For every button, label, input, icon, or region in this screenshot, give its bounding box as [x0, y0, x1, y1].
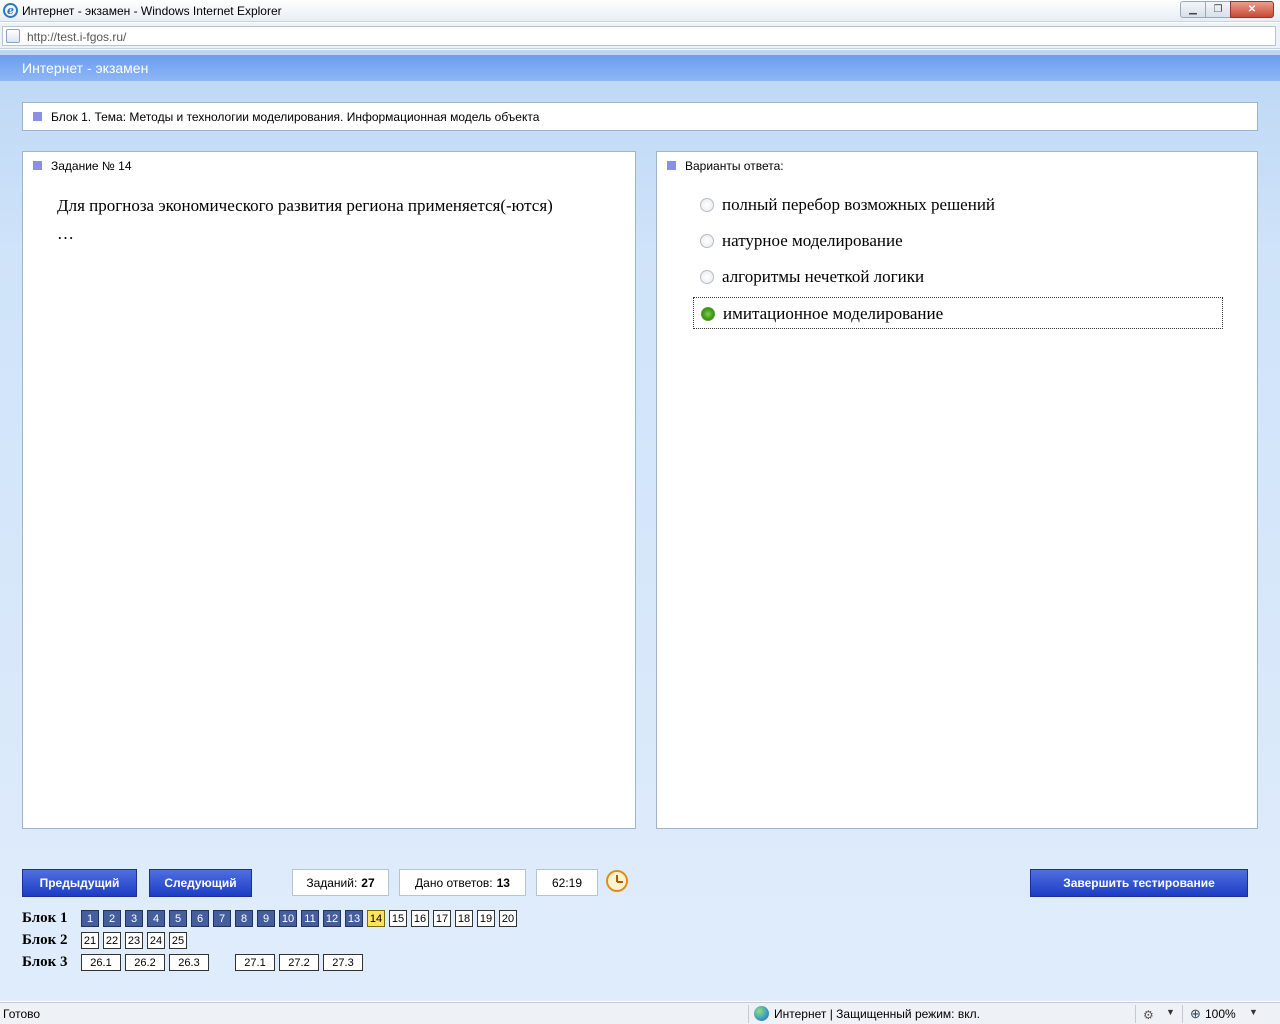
- answer-option-3[interactable]: алгоритмы нечеткой логики: [693, 261, 1223, 293]
- radio-button[interactable]: [700, 270, 714, 284]
- finish-test-button[interactable]: Завершить тестирование: [1030, 869, 1248, 897]
- question-nav-23[interactable]: 23: [125, 932, 143, 949]
- window-titlebar: e Интернет - экзамен - Windows Internet …: [0, 0, 1280, 22]
- answer-option-text: имитационное моделирование: [723, 304, 944, 323]
- question-nav-21[interactable]: 21: [81, 932, 99, 949]
- question-nav-11[interactable]: 11: [301, 910, 319, 927]
- radio-button[interactable]: [700, 198, 714, 212]
- question-nav-18[interactable]: 18: [455, 910, 473, 927]
- question-nav-13[interactable]: 13: [345, 910, 363, 927]
- question-nav-24[interactable]: 24: [147, 932, 165, 949]
- question-nav-4[interactable]: 4: [147, 910, 165, 927]
- question-text: Для прогноза экономического развития рег…: [57, 196, 553, 243]
- question-nav-26-1[interactable]: 26.1: [81, 954, 121, 971]
- question-nav-25[interactable]: 25: [169, 932, 187, 949]
- security-settings-icon[interactable]: ⚙: [1143, 1008, 1154, 1022]
- globe-icon: [754, 1006, 769, 1021]
- minimize-icon[interactable]: ▁: [1180, 1, 1206, 18]
- block-1-nav: Блок 1 1 2 3 4 5 6 7 8 9 10 11 12 13 14 15 16 17 18 19 20: [22, 910, 582, 928]
- window-controls: ▁ ❐ ✕: [1180, 1, 1274, 18]
- question-nav-10[interactable]: 10: [279, 910, 297, 927]
- next-button[interactable]: Следующий: [149, 869, 252, 897]
- question-nav-27-2[interactable]: 27.2: [279, 954, 319, 971]
- page: Интернет - экзамен Блок 1. Тема: Методы …: [0, 50, 1280, 1001]
- zoom-level[interactable]: 100%: [1205, 1007, 1236, 1021]
- question-title: Задание № 14: [51, 159, 132, 173]
- answer-option-2[interactable]: натурное моделирование: [693, 225, 1223, 257]
- question-nav-7[interactable]: 7: [213, 910, 231, 927]
- answer-option-text: полный перебор возможных решений: [722, 195, 996, 214]
- question-panel: Задание № 14 Для прогноза экономического…: [22, 151, 636, 829]
- question-nav-27-1[interactable]: 27.1: [235, 954, 275, 971]
- page-header-title: Интернет - экзамен: [22, 60, 149, 76]
- address-bar: http://test.i-fgos.ru/: [0, 23, 1280, 49]
- block-3-nav: Блок 3 26.1 26.2 26.3 27.1 27.2 27.3: [22, 954, 582, 972]
- ie-logo-icon: e: [3, 3, 18, 18]
- chevron-down-icon[interactable]: ▼: [1249, 1007, 1258, 1017]
- maximize-icon[interactable]: ❐: [1205, 1, 1231, 18]
- question-nav-5[interactable]: 5: [169, 910, 187, 927]
- question-nav-12[interactable]: 12: [323, 910, 341, 927]
- answers-label: Дано ответов:: [415, 875, 493, 890]
- question-nav-17[interactable]: 17: [433, 910, 451, 927]
- close-icon[interactable]: ✕: [1230, 1, 1274, 18]
- answers-panel: Варианты ответа: полный перебор возможны…: [656, 151, 1258, 829]
- url-text: http://test.i-fgos.ru/: [27, 30, 127, 44]
- radio-button[interactable]: [700, 234, 714, 248]
- question-nav-8[interactable]: 8: [235, 910, 253, 927]
- answers-count-box: Дано ответов: 13: [399, 869, 526, 896]
- question-nav-19[interactable]: 19: [477, 910, 495, 927]
- answer-option-text: алгоритмы нечеткой логики: [722, 267, 925, 286]
- page-icon: [6, 29, 20, 43]
- timer: 62:19: [536, 869, 598, 896]
- zoom-icon[interactable]: ⊕: [1190, 1006, 1201, 1022]
- chevron-down-icon[interactable]: ▼: [1166, 1007, 1175, 1017]
- answers-count: 13: [496, 875, 510, 890]
- security-zone: Интернет | Защищенный режим: вкл.: [774, 1007, 980, 1021]
- separator: [1135, 1005, 1136, 1023]
- question-nav-14[interactable]: 14: [367, 910, 385, 927]
- status-bar: Готово Интернет | Защищенный режим: вкл.…: [0, 1002, 1280, 1024]
- block-label: Блок 2: [22, 932, 68, 948]
- answer-option-1[interactable]: полный перебор возможных решений: [693, 189, 1223, 221]
- tasks-label: Заданий:: [306, 875, 358, 890]
- alarm-clock-icon: [606, 870, 628, 892]
- bullet-icon: [33, 161, 42, 170]
- page-header: Интернет - экзамен: [0, 55, 1280, 81]
- tasks-count-box: Заданий: 27: [292, 869, 389, 896]
- tasks-count: 27: [361, 875, 375, 890]
- block-label: Блок 3: [22, 954, 68, 970]
- question-nav-6[interactable]: 6: [191, 910, 209, 927]
- separator: [1182, 1005, 1183, 1023]
- window-title: Интернет - экзамен - Windows Internet Ex…: [22, 4, 282, 18]
- question-nav-16[interactable]: 16: [411, 910, 429, 927]
- question-nav-2[interactable]: 2: [103, 910, 121, 927]
- block-title: Блок 1. Тема: Методы и технологии модели…: [22, 102, 1258, 131]
- answer-option-text: натурное моделирование: [722, 231, 903, 250]
- answer-option-4[interactable]: имитационное моделирование: [693, 297, 1223, 329]
- prev-button[interactable]: Предыдущий: [22, 869, 137, 897]
- question-nav-1[interactable]: 1: [81, 910, 99, 927]
- block-2-nav: Блок 2 21 22 23 24 25: [22, 932, 582, 950]
- question-nav-22[interactable]: 22: [103, 932, 121, 949]
- answers-title: Варианты ответа:: [685, 159, 784, 173]
- question-nav-15[interactable]: 15: [389, 910, 407, 927]
- block-title-text: Блок 1. Тема: Методы и технологии модели…: [51, 110, 540, 124]
- url-field[interactable]: http://test.i-fgos.ru/: [2, 26, 1276, 46]
- status-text: Готово: [3, 1007, 41, 1021]
- question-nav-20[interactable]: 20: [499, 910, 517, 927]
- separator: [748, 1005, 749, 1023]
- block-label: Блок 1: [22, 910, 68, 926]
- question-nav-9[interactable]: 9: [257, 910, 275, 927]
- question-nav-26-2[interactable]: 26.2: [125, 954, 165, 971]
- question-nav-3[interactable]: 3: [125, 910, 143, 927]
- radio-button-checked[interactable]: [701, 307, 715, 321]
- bullet-icon: [667, 161, 676, 170]
- question-nav-27-3[interactable]: 27.3: [323, 954, 363, 971]
- question-nav-26-3[interactable]: 26.3: [169, 954, 209, 971]
- bullet-icon: [33, 112, 42, 121]
